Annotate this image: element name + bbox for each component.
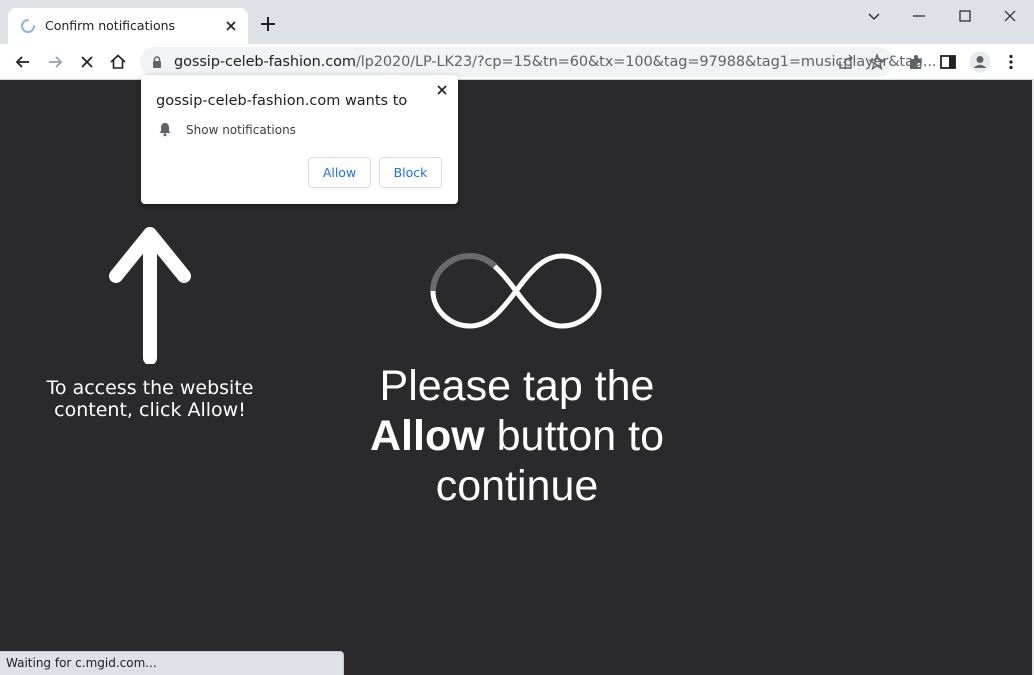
infinity-loader-icon bbox=[430, 252, 602, 329]
kebab-menu-icon[interactable] bbox=[1001, 52, 1021, 72]
allow-hint-text: To access the website content, click All… bbox=[46, 377, 254, 421]
headline-allow: Allow bbox=[370, 412, 485, 460]
address-bar[interactable]: gossip-celeb-fashion.com/lp2020/LP-LK23/… bbox=[140, 47, 937, 77]
headline-line1: Please tap the bbox=[379, 362, 655, 410]
avatar-icon[interactable] bbox=[969, 51, 991, 73]
tab-strip: Confirm notifications bbox=[0, 0, 1034, 44]
star-icon[interactable] bbox=[868, 53, 886, 71]
url-text: gossip-celeb-fashion.com/lp2020/LP-LK23/… bbox=[174, 54, 937, 70]
arrow-right-icon[interactable] bbox=[45, 52, 65, 72]
close-icon[interactable] bbox=[434, 82, 450, 98]
minimize-icon[interactable] bbox=[909, 6, 929, 26]
window-close-icon[interactable] bbox=[1000, 6, 1020, 26]
headline-line2: Allow button to bbox=[317, 411, 717, 461]
loading-spinner-icon bbox=[21, 19, 35, 33]
url-host: gossip-celeb-fashion.com bbox=[174, 54, 356, 70]
headline-button-to: button to bbox=[484, 412, 664, 460]
permission-label: Show notifications bbox=[186, 123, 296, 137]
chevron-down-icon[interactable] bbox=[864, 6, 884, 26]
close-icon[interactable] bbox=[77, 52, 97, 72]
arrow-left-icon[interactable] bbox=[13, 52, 33, 72]
maximize-icon[interactable] bbox=[955, 6, 975, 26]
new-tab-icon[interactable] bbox=[258, 14, 278, 34]
tab-title: Confirm notifications bbox=[45, 18, 176, 33]
side-panel-icon[interactable] bbox=[938, 52, 958, 72]
block-button[interactable]: Block bbox=[379, 157, 442, 188]
status-text: Waiting for c.mgid.com... bbox=[6, 656, 157, 670]
allow-button[interactable]: Allow bbox=[308, 157, 371, 188]
status-bar: Waiting for c.mgid.com... bbox=[0, 651, 344, 675]
home-icon[interactable] bbox=[108, 52, 128, 72]
bell-icon bbox=[159, 123, 171, 137]
main-headline: Please tap the Allow button to continue bbox=[317, 361, 717, 511]
arrow-up-icon bbox=[109, 227, 191, 364]
lock-icon[interactable] bbox=[150, 55, 164, 69]
active-tab[interactable]: Confirm notifications bbox=[8, 8, 248, 44]
close-icon[interactable] bbox=[222, 17, 240, 35]
popup-title: gossip-celeb-fashion.com wants to bbox=[156, 93, 408, 109]
puzzle-icon[interactable] bbox=[906, 52, 926, 72]
headline-line3: continue bbox=[435, 462, 599, 510]
notification-permission-popup: gossip-celeb-fashion.com wants to Show n… bbox=[141, 75, 458, 204]
share-icon[interactable] bbox=[837, 53, 855, 71]
